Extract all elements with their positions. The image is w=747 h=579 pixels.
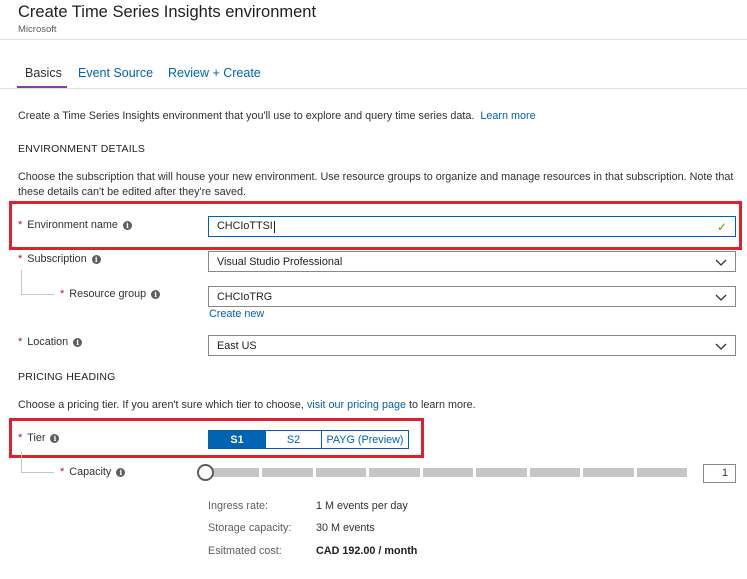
storage-capacity-label: Storage capacity: (208, 522, 292, 534)
info-icon[interactable]: i (151, 289, 161, 299)
location-label-text: Location (27, 336, 69, 348)
intro-description: Create a Time Series Insights environmen… (18, 110, 475, 122)
info-icon[interactable]: i (91, 254, 101, 264)
subscription-value: Visual Studio Professional (217, 255, 343, 268)
checkmark-icon: ✓ (716, 219, 727, 234)
tier-label: * Tier i (18, 432, 60, 444)
slider-segment (315, 468, 367, 477)
tier-payg-button[interactable]: PAYG (Preview) (322, 431, 408, 448)
learn-more-link[interactable]: Learn more (480, 110, 535, 122)
chevron-down-icon (715, 294, 727, 301)
resource-group-label-text: Resource group (69, 288, 147, 300)
resource-group-value: CHCIoTRG (217, 290, 273, 303)
required-marker: * (18, 219, 23, 231)
slider-segment (476, 468, 527, 477)
required-marker: * (60, 466, 65, 478)
tier-s2-button[interactable]: S2 (266, 431, 322, 448)
environment-name-label-text: Environment name (27, 219, 118, 231)
resource-group-label: * Resource group i (60, 288, 161, 300)
info-icon[interactable]: i (73, 337, 83, 347)
tree-connector-vertical (21, 452, 22, 472)
location-dropdown[interactable]: East US (208, 335, 736, 356)
required-marker: * (18, 336, 23, 348)
required-marker: * (18, 432, 23, 444)
slider-segment (422, 468, 474, 477)
tree-connector-vertical (21, 270, 22, 294)
tabs-divider (0, 88, 747, 89)
slider-segment (636, 468, 687, 477)
subscription-label-text: Subscription (27, 253, 87, 265)
location-label: * Location i (18, 336, 83, 348)
resource-group-dropdown[interactable]: CHCIoTRG (208, 286, 736, 307)
environment-name-label: * Environment name i (18, 219, 132, 231)
info-icon[interactable]: i (116, 467, 126, 477)
tier-s1-button[interactable]: S1 (209, 431, 266, 448)
environment-details-heading: ENVIRONMENT DETAILS (18, 143, 146, 155)
info-icon[interactable]: i (50, 433, 60, 443)
capacity-slider-thumb[interactable] (197, 464, 214, 481)
tab-review-create[interactable]: Review + Create (168, 66, 261, 80)
location-value: East US (217, 339, 257, 352)
required-marker: * (60, 288, 65, 300)
text-caret (273, 220, 275, 233)
ingress-rate-value: 1 M events per day (316, 500, 408, 512)
ingress-rate-label: Ingress rate: (208, 500, 269, 512)
header-divider (0, 39, 747, 40)
estimated-cost-label: Esitmated cost: (208, 545, 282, 557)
required-marker: * (18, 253, 23, 265)
environment-details-description: Choose the subscription that will house … (18, 171, 734, 198)
page-title: Create Time Series Insights environment (18, 3, 317, 21)
slider-segment (262, 468, 313, 477)
pricing-description-tail: to learn more. (408, 399, 476, 411)
tier-selector: S1 S2 PAYG (Preview) (208, 430, 409, 449)
create-new-link[interactable]: Create new (209, 308, 264, 320)
tree-connector-horizontal (21, 472, 54, 473)
tree-connector-horizontal (21, 294, 54, 295)
capacity-slider-track[interactable] (209, 468, 687, 477)
slider-segment (209, 468, 260, 477)
tab-basics[interactable]: Basics (25, 66, 62, 80)
capacity-label-text: Capacity (69, 466, 112, 478)
tab-event-source[interactable]: Event Source (78, 66, 153, 80)
slider-segment (529, 468, 581, 477)
tier-label-text: Tier (27, 432, 46, 444)
pricing-description-text: Choose a pricing tier. If you aren't sur… (18, 399, 304, 411)
estimated-cost-value: CAD 192.00 / month (316, 545, 418, 557)
pricing-heading: PRICING HEADING (18, 371, 116, 383)
page-subtitle: Microsoft (18, 24, 57, 35)
environment-name-input[interactable]: CHCIoTTSI ✓ (208, 216, 736, 237)
storage-capacity-value: 30 M events (316, 522, 375, 534)
pricing-page-link[interactable]: visit our pricing page (307, 399, 406, 411)
info-icon[interactable]: i (122, 220, 132, 230)
environment-name-value: CHCIoTTSI (217, 220, 275, 233)
chevron-down-icon (715, 259, 727, 266)
pricing-description: Choose a pricing tier. If you aren't sur… (18, 399, 476, 411)
intro-text: Create a Time Series Insights environmen… (18, 110, 536, 122)
capacity-input[interactable]: 1 (703, 464, 736, 483)
slider-segment (369, 468, 420, 477)
subscription-label: * Subscription i (18, 253, 101, 265)
subscription-dropdown[interactable]: Visual Studio Professional (208, 251, 736, 272)
chevron-down-icon (715, 343, 727, 350)
capacity-label: * Capacity i (60, 466, 126, 478)
slider-segment (583, 468, 634, 477)
